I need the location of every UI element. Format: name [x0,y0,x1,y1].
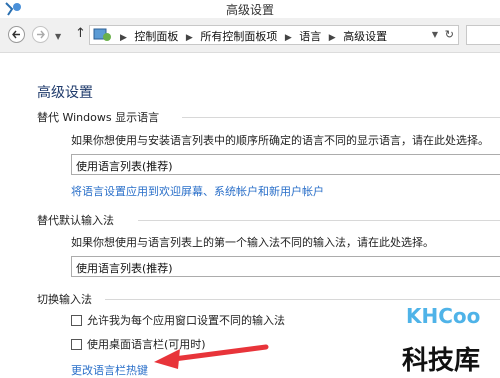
per-app-input-checkbox[interactable] [71,315,82,326]
display-language-title: 替代 Windows 显示语言 [37,111,160,124]
per-app-input-label: 允许我为每个应用窗口设置不同的输入法 [87,314,285,327]
chevron-right-icon: ▶ [120,33,127,43]
window-title: 高级设置 [225,3,274,17]
input-method-select[interactable]: 使用语言列表(推荐) [71,256,500,277]
crumb-advanced[interactable]: 高级设置 [343,30,387,43]
navigation-bar: ▼ ↑ ▶ 控制面板 ▶ 所有控制面板项 ▶ 语言 ▶ 高级设置 ▼ ↻ [0,18,500,53]
switching-title: 切换输入法 [37,293,92,306]
recent-locations-icon[interactable]: ▼ [55,32,61,41]
up-arrow-icon[interactable]: ↑ [75,26,86,41]
chevron-right-icon: ▶ [328,33,336,43]
display-language-select[interactable]: 使用语言列表(推荐) [71,154,500,175]
section-divider [182,117,500,118]
input-method-description: 如果你想使用与语言列表上的第一个输入法不同的输入法，请在此处选择。 [71,236,434,249]
watermark-text: 科技库 [402,346,481,376]
display-language-description: 如果你想使用与安装语言列表中的顺序所确定的语言不同的显示语言，请在此处选择。 [71,134,489,147]
input-method-title: 替代默认输入法 [37,214,114,227]
refresh-icon[interactable]: ↻ [445,28,454,41]
red-arrow-icon [154,344,269,369]
forward-button[interactable] [32,26,49,43]
title-bar: 高级设置 [0,0,500,18]
address-dropdown-icon[interactable]: ▼ [432,30,438,39]
search-input[interactable] [466,25,500,45]
apply-language-settings-link[interactable]: 将语言设置应用到欢迎屏幕、系统帐户和新用户帐户 [71,183,324,199]
crumb-language[interactable]: 语言 [299,30,321,43]
chevron-right-icon: ▶ [185,33,193,43]
watermark: KHCoo 科技库 [400,296,500,376]
watermark-logo: KHCoo [406,304,481,328]
back-button[interactable] [8,26,25,43]
desktop-language-bar-checkbox[interactable] [71,339,82,350]
control-panel-icon [93,27,113,47]
chevron-right-icon: ▶ [284,33,292,43]
crumb-all-items[interactable]: 所有控制面板项 [200,30,277,43]
page-title: 高级设置 [37,85,93,101]
crumb-control-panel[interactable]: 控制面板 [134,30,178,43]
address-bar[interactable]: ▶ 控制面板 ▶ 所有控制面板项 ▶ 语言 ▶ 高级设置 ▼ ↻ [89,25,459,45]
change-hotkeys-link[interactable]: 更改语言栏热键 [71,362,148,378]
section-divider [138,220,500,221]
breadcrumb: ▶ 控制面板 ▶ 所有控制面板项 ▶ 语言 ▶ 高级设置 [116,28,387,44]
